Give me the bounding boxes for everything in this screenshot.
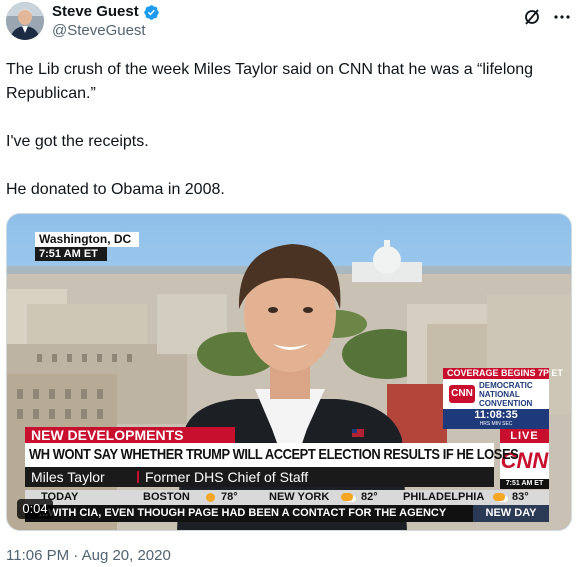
convention-label: DEMOCRATIC NATIONAL CONVENTION	[479, 381, 533, 408]
breaking-label-box: NEW DEVELOPMENTS	[25, 427, 235, 443]
partly-cloudy-icon	[493, 493, 505, 501]
weather-city: BOSTON	[143, 491, 190, 503]
tweet-text: The Lib crush of the week Miles Taylor s…	[6, 58, 566, 202]
headline-text: WH WONT SAY WHETHER TRUMP WILL ACCEPT EL…	[29, 446, 519, 463]
location-time: 7:51 AM ET	[39, 248, 98, 260]
tweet-line: The Lib crush of the week Miles Taylor s…	[6, 61, 534, 102]
slashed-circle-icon[interactable]	[520, 5, 544, 29]
weather-city: NEW YORK	[269, 491, 330, 503]
countdown-time: 11:08:35	[474, 409, 518, 421]
guest-title: Former DHS Chief of Staff	[145, 469, 309, 485]
coverage-banner-text: COVERAGE BEGINS 7P ET	[447, 368, 563, 378]
tweet-line: He donated to Obama in 2008.	[6, 181, 225, 198]
tweet-line: I've got the receipts.	[6, 133, 149, 150]
weather-temp: 83°	[512, 491, 529, 503]
guest-divider	[137, 471, 139, 483]
sun-icon	[206, 493, 215, 502]
author-avatar[interactable]	[6, 2, 44, 40]
guest-box: Miles Taylor Former DHS Chief of Staff	[25, 467, 494, 487]
ticker-tag: NEW DAY	[473, 505, 549, 522]
ticker-text: ...WITH CIA, EVEN THOUGH PAGE HAD BEEN A…	[39, 507, 447, 519]
location-label: Washington, DC	[39, 232, 132, 246]
guest-name: Miles Taylor	[31, 469, 105, 485]
live-label: LIVE	[510, 430, 539, 442]
countdown-box: 11:08:35 HRS MIN SEC	[443, 409, 549, 429]
headline-box: WH WONT SAY WHETHER TRUMP WILL ACCEPT EL…	[25, 443, 519, 467]
weather-strip: TODAY BOSTON 78° NEW YORK 82° PHILADELPH…	[25, 490, 549, 505]
video-player[interactable]: Washington, DC 7:51 AM ET COVERAGE BEGIN…	[6, 213, 572, 531]
video-elapsed-badge: 0:04	[17, 499, 53, 519]
cnn-mini-logo: CNN	[449, 385, 475, 403]
tweet-timestamp[interactable]: 11:06 PM · Aug 20, 2020	[6, 546, 171, 566]
verified-badge-icon	[143, 4, 160, 21]
corner-time-bug: 7:51 AM ET	[500, 479, 549, 489]
coverage-banner: COVERAGE BEGINS 7P ET	[443, 368, 563, 379]
corner-time: 7:51 AM ET	[505, 480, 544, 487]
video-elapsed: 0:04	[22, 501, 48, 516]
partly-cloudy-icon	[341, 493, 353, 501]
breaking-label: NEW DEVELOPMENTS	[31, 427, 184, 443]
author-display-name[interactable]: Steve Guest	[52, 3, 139, 21]
countdown-units: HRS MIN SEC	[479, 421, 513, 427]
weather-city: PHILADELPHIA	[403, 491, 485, 503]
live-badge: LIVE	[500, 429, 549, 443]
weather-temp: 78°	[221, 491, 238, 503]
news-ticker: ...WITH CIA, EVEN THOUGH PAGE HAD BEEN A…	[25, 505, 549, 522]
tweet-header: Steve Guest @SteveGuest	[0, 0, 577, 50]
more-dots-icon[interactable]	[550, 5, 574, 29]
location-time-bug: 7:51 AM ET	[35, 247, 107, 261]
weather-temp: 82°	[361, 491, 378, 503]
author-handle[interactable]: @SteveGuest	[52, 22, 146, 40]
location-bug: Washington, DC	[35, 232, 139, 247]
